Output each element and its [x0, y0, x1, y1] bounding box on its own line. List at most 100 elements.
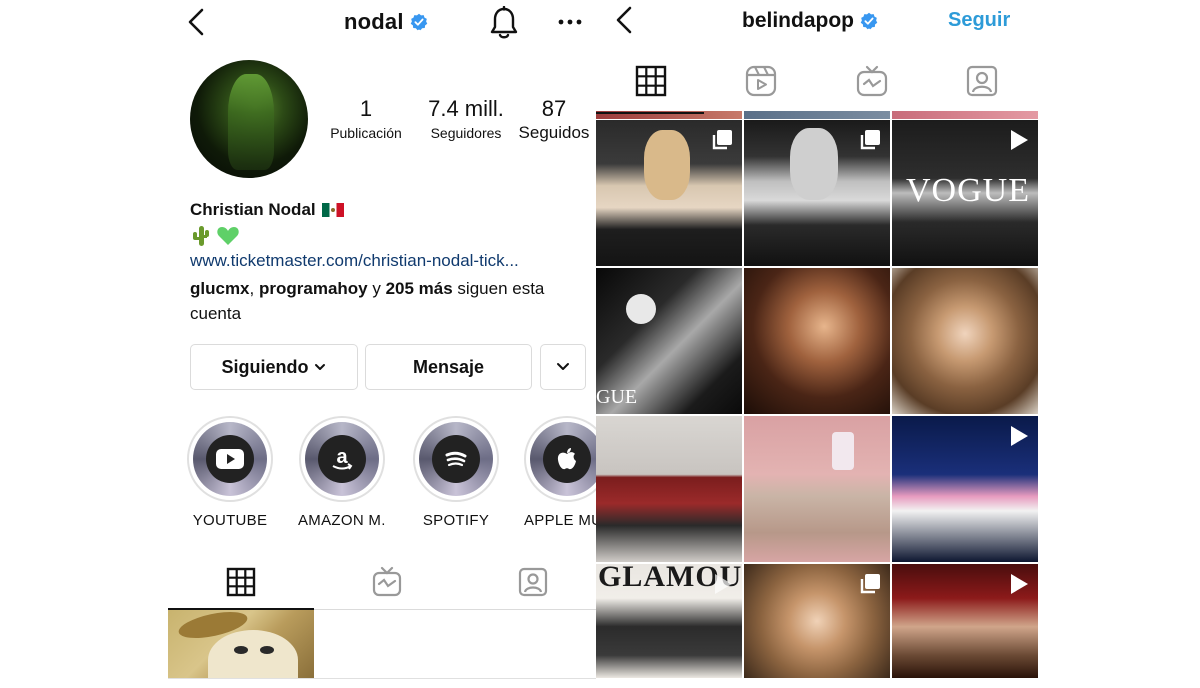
verified-badge-icon [860, 12, 878, 30]
apple-icon [543, 435, 591, 483]
profile-avatar[interactable] [190, 60, 308, 178]
grid-post[interactable] [596, 416, 742, 562]
reel-icon [1011, 574, 1028, 594]
highlight-cover [530, 422, 596, 496]
post-thumbnail[interactable] [168, 610, 314, 678]
back-arrow-icon[interactable] [182, 6, 210, 38]
mexico-flag-icon [321, 202, 344, 217]
cactus-icon [193, 226, 209, 246]
post-photo-detail [790, 128, 838, 200]
post-lamp-detail [626, 294, 656, 324]
followed-by-text[interactable]: glucmx, programahoy y 205 más siguen est… [190, 276, 580, 326]
highlight-spotify[interactable]: SPOTIFY [412, 416, 500, 529]
grid-post[interactable] [892, 268, 1038, 414]
verified-badge-icon [410, 13, 427, 31]
reel-icon [715, 574, 732, 594]
grid-post[interactable] [744, 564, 890, 678]
tagged-icon[interactable] [517, 566, 549, 598]
green-heart-icon [217, 227, 239, 245]
highlight-cover [193, 422, 267, 496]
igtv-icon[interactable] [371, 566, 403, 598]
profile-full-name: Christian Nodal [190, 200, 344, 220]
username-text: belindapop [742, 9, 854, 32]
grid-post[interactable] [744, 120, 890, 266]
chevron-down-icon [314, 364, 325, 370]
follow-button[interactable]: Seguir [948, 9, 1010, 32]
bio-link[interactable]: www.ticketmaster.com/christian-nodal-tic… [190, 251, 588, 271]
reel-icon [1011, 426, 1028, 446]
message-button[interactable]: Mensaje [365, 344, 532, 390]
following-count: 87 [541, 96, 567, 121]
belindapop-profile-panel: belindapop Seguir VOGUE GUE GLAMOU [596, 0, 1042, 688]
posts-stat[interactable]: 1 Publicación [324, 96, 408, 144]
post-cartoon-eye [234, 646, 248, 654]
followed-by-separator: , [249, 279, 259, 298]
highlight-cover: a [305, 422, 379, 496]
profile-username: belindapop [742, 9, 878, 33]
highlight-label: APPLE MU [524, 512, 596, 529]
highlight-cover [419, 422, 493, 496]
username-text: nodal [344, 9, 404, 34]
suggested-accounts-button[interactable] [540, 344, 586, 390]
grid-post[interactable] [744, 416, 890, 562]
highlight-label: AMAZON M... [298, 512, 386, 529]
more-options-icon[interactable] [556, 10, 584, 34]
avatar-photo-figure [228, 74, 274, 170]
posts-count: 1 [359, 96, 373, 121]
highlight-label: SPOTIFY [422, 512, 490, 529]
notification-bell-icon[interactable] [488, 6, 520, 40]
igtv-icon[interactable] [855, 64, 889, 98]
grid-post[interactable]: VOGUE [892, 120, 1038, 266]
post-overlay-text: GUE [596, 386, 638, 408]
following-stat[interactable]: 87 Seguidos [512, 96, 596, 144]
nodal-profile-panel: nodal 1 Publicación 7.4 mill. Seguidores… [168, 0, 596, 688]
post-product-jar [832, 432, 854, 470]
svg-text:a: a [336, 446, 348, 468]
highlight-ring [524, 416, 596, 502]
following-label: Seguidos [518, 123, 590, 142]
back-arrow-icon[interactable] [610, 4, 638, 36]
following-button-label: Siguiendo [221, 356, 309, 377]
highlight-apple-music[interactable]: APPLE MU [524, 416, 596, 529]
carousel-icon [712, 130, 732, 150]
grid-post[interactable]: GUE [596, 268, 742, 414]
grid-post[interactable] [744, 268, 890, 414]
bio-emoji [190, 224, 240, 248]
grid-post[interactable]: GLAMOUR [596, 564, 742, 678]
reel-icon [1011, 130, 1028, 150]
active-tab-indicator [596, 112, 704, 114]
chevron-down-icon [557, 363, 569, 370]
message-button-label: Mensaje [412, 356, 485, 377]
highlight-youtube[interactable]: YOUTUBE [186, 416, 274, 529]
reels-icon[interactable] [744, 64, 778, 98]
highlight-ring [413, 416, 499, 502]
followers-stat[interactable]: 7.4 mill. Seguidores [418, 96, 514, 144]
full-name-text: Christian Nodal [190, 200, 316, 219]
grid-post[interactable] [596, 120, 742, 266]
follower-name-2: programahoy [258, 279, 368, 298]
followers-count: 7.4 mill. [428, 96, 504, 121]
following-button[interactable]: Siguiendo [190, 344, 358, 390]
post-photo-detail [644, 130, 690, 200]
amazon-icon: a [318, 435, 366, 483]
grid-post[interactable] [892, 416, 1038, 562]
profile-username: nodal [344, 9, 428, 35]
grid-icon[interactable] [225, 566, 257, 598]
grid-post[interactable] [892, 564, 1038, 678]
highlight-amazon[interactable]: a AMAZON M... [298, 416, 386, 529]
youtube-icon [206, 435, 254, 483]
follower-name-1: glucmx [190, 279, 250, 298]
posts-label: Publicación [330, 125, 402, 141]
grid-icon[interactable] [634, 64, 668, 98]
highlight-ring [187, 416, 273, 502]
previous-row-thumbnail[interactable] [744, 111, 890, 119]
highlight-ring: a [299, 416, 385, 502]
carousel-icon [860, 130, 880, 150]
profile-tab-bar [168, 560, 596, 610]
tagged-icon[interactable] [965, 64, 999, 98]
followed-by-conjunction: y [367, 279, 386, 298]
post-overlay-text: VOGUE [906, 172, 1030, 209]
followed-by-more: 205 más [385, 279, 453, 298]
previous-row-thumbnail[interactable] [892, 111, 1038, 119]
spotify-icon [432, 435, 480, 483]
